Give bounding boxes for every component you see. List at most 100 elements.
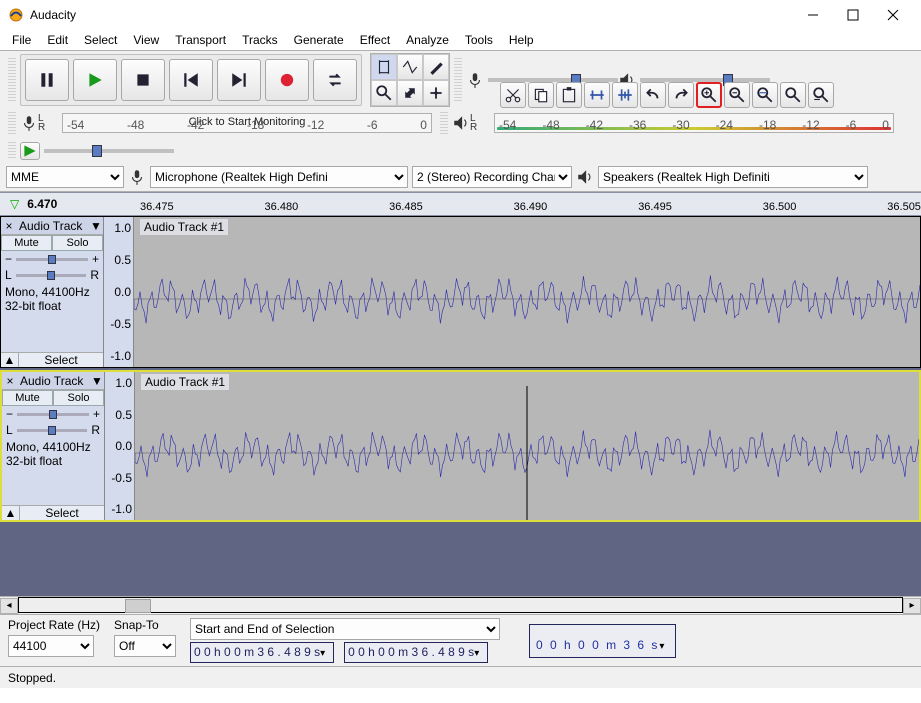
collapse-track-button[interactable]: ▲ — [1, 353, 19, 367]
track-dropdown-icon[interactable]: ▼ — [90, 374, 104, 388]
project-rate-select[interactable]: 44100 — [8, 635, 94, 657]
play-at-speed-button[interactable] — [20, 142, 40, 160]
toolbar-grip[interactable] — [440, 112, 448, 134]
pan-slider[interactable]: LR — [2, 422, 104, 438]
menu-generate[interactable]: Generate — [286, 31, 352, 49]
toolbar-grip[interactable] — [8, 58, 16, 102]
close-track-button[interactable]: × — [2, 374, 18, 388]
track-menu-label[interactable]: Audio Track — [18, 374, 90, 388]
track-menu-label[interactable]: Audio Track — [17, 219, 89, 233]
zoom-toggle-button[interactable] — [808, 82, 834, 108]
track-row: × Audio Track ▼ Mute Solo −+ LR Mono, 44… — [0, 216, 921, 368]
cut-button[interactable] — [500, 82, 526, 108]
play-button[interactable] — [73, 59, 117, 101]
speaker-icon — [576, 168, 594, 186]
toolbar-grip[interactable] — [8, 112, 16, 134]
zoom-in-button[interactable] — [696, 82, 722, 108]
app-logo — [8, 7, 24, 23]
edit-toolbar — [500, 82, 834, 108]
mic-icon — [466, 71, 484, 89]
scroll-left-button[interactable]: ◂ — [0, 598, 18, 614]
recording-channels-select[interactable]: 2 (Stereo) Recording Chann — [412, 166, 572, 188]
menu-view[interactable]: View — [125, 31, 167, 49]
selection-end-timecode[interactable]: 0 0 h 0 0 m 3 6 . 4 8 9 s▾ — [344, 642, 488, 663]
solo-button[interactable]: Solo — [52, 235, 103, 251]
tracks-area: × Audio Track ▼ Mute Solo −+ LR Mono, 44… — [0, 216, 921, 596]
scroll-right-button[interactable]: ▸ — [903, 598, 921, 614]
solo-button[interactable]: Solo — [53, 390, 104, 406]
menu-file[interactable]: File — [4, 31, 39, 49]
collapse-track-button[interactable]: ▲ — [2, 506, 20, 520]
mute-button[interactable]: Mute — [2, 390, 53, 406]
menu-transport[interactable]: Transport — [167, 31, 234, 49]
zoom-out-button[interactable] — [724, 82, 750, 108]
track-control-panel: × Audio Track ▼ Mute Solo −+ LR Mono, 44… — [2, 372, 105, 520]
waveform-display[interactable]: Audio Track #1 — [135, 372, 919, 520]
toolbar-grip[interactable] — [8, 142, 16, 160]
trim-button[interactable] — [584, 82, 610, 108]
track-row: × Audio Track ▼ Mute Solo −+ LR Mono, 44… — [0, 370, 921, 522]
project-rate-label: Project Rate (Hz) — [8, 618, 100, 632]
selection-start-timecode[interactable]: 0 0 h 0 0 m 3 6 . 4 8 9 s▾ — [190, 642, 334, 663]
fit-selection-button[interactable] — [752, 82, 778, 108]
close-button[interactable] — [873, 1, 913, 29]
rec-lr-label: LR — [38, 114, 58, 132]
track-dropdown-icon[interactable]: ▼ — [89, 219, 103, 233]
playback-device-select[interactable]: Speakers (Realtek High Definiti — [598, 166, 868, 188]
paste-button[interactable] — [556, 82, 582, 108]
playback-speed-slider[interactable] — [44, 149, 174, 153]
recording-device-select[interactable]: Microphone (Realtek High Defini — [150, 166, 408, 188]
copy-button[interactable] — [528, 82, 554, 108]
menu-help[interactable]: Help — [501, 31, 542, 49]
menu-select[interactable]: Select — [76, 31, 125, 49]
stop-button[interactable] — [121, 59, 165, 101]
menu-effect[interactable]: Effect — [352, 31, 398, 49]
waveform-display[interactable]: Audio Track #1 — [134, 217, 920, 367]
zoom-tool[interactable] — [371, 80, 397, 106]
gain-slider[interactable]: −+ — [2, 406, 104, 422]
recording-meter[interactable]: Click to Start Monitoring -54 -48 -42 -1… — [62, 113, 432, 133]
timeshift-tool[interactable] — [397, 80, 423, 106]
menu-analyze[interactable]: Analyze — [398, 31, 457, 49]
draw-tool[interactable] — [423, 54, 449, 80]
audio-host-select[interactable]: MME — [6, 166, 124, 188]
maximize-button[interactable] — [833, 1, 873, 29]
fit-project-button[interactable] — [780, 82, 806, 108]
audio-position-timecode[interactable]: 0 0 h 0 0 m 3 6 s▾ — [529, 624, 676, 658]
select-track-button[interactable]: Select — [20, 506, 104, 520]
menu-tools[interactable]: Tools — [457, 31, 501, 49]
redo-button[interactable] — [668, 82, 694, 108]
selection-mode-select[interactable]: Start and End of Selection — [190, 618, 500, 640]
minimize-button[interactable] — [793, 1, 833, 29]
select-track-button[interactable]: Select — [19, 353, 103, 367]
pan-slider[interactable]: LR — [1, 267, 103, 283]
mute-button[interactable]: Mute — [1, 235, 52, 251]
menu-edit[interactable]: Edit — [39, 31, 76, 49]
snap-to-select[interactable]: Off — [114, 635, 176, 657]
playback-meter[interactable]: -54 -48 -42 -36 -30 -24 -18 -12 -6 0 — [494, 113, 894, 133]
menubar: File Edit Select View Transport Tracks G… — [0, 30, 921, 50]
status-text: Stopped. — [8, 671, 56, 685]
track-format-label: Mono, 44100Hz32-bit float — [2, 438, 104, 470]
track-format-label: Mono, 44100Hz32-bit float — [1, 283, 103, 315]
envelope-tool[interactable] — [397, 54, 423, 80]
silence-button[interactable] — [612, 82, 638, 108]
undo-button[interactable] — [640, 82, 666, 108]
vertical-scale[interactable]: 1.0 0.5 0.0 -0.5 -1.0 — [104, 217, 134, 367]
pause-button[interactable] — [25, 59, 69, 101]
skip-end-button[interactable] — [217, 59, 261, 101]
playhead-icon: ▽ — [10, 197, 19, 211]
selection-tool[interactable] — [371, 54, 397, 80]
vertical-scale[interactable]: 1.0 0.5 0.0 -0.5 -1.0 — [105, 372, 135, 520]
loop-button[interactable] — [313, 59, 357, 101]
timeline-ruler[interactable]: ▽ 6.470 36.475 36.480 36.485 36.490 36.4… — [0, 192, 921, 216]
multi-tool[interactable] — [423, 80, 449, 106]
menu-tracks[interactable]: Tracks — [234, 31, 286, 49]
close-track-button[interactable]: × — [1, 219, 17, 233]
toolbar-grip[interactable] — [454, 58, 462, 102]
gain-slider[interactable]: −+ — [1, 251, 103, 267]
selection-toolbar: Project Rate (Hz) 44100 Snap-To Off Star… — [0, 614, 921, 666]
record-button[interactable] — [265, 59, 309, 101]
skip-start-button[interactable] — [169, 59, 213, 101]
horizontal-scrollbar[interactable]: ◂ ▸ — [0, 596, 921, 614]
